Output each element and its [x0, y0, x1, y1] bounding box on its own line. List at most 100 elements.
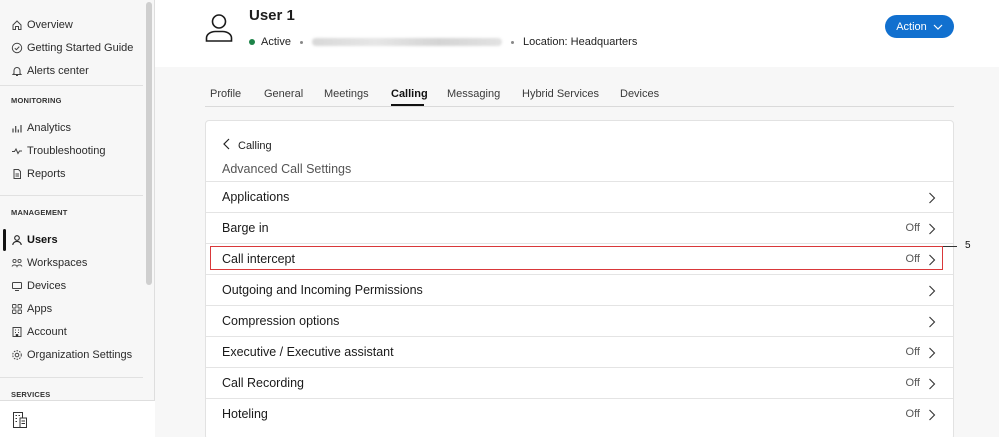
- tab-meetings[interactable]: Meetings: [324, 88, 369, 100]
- chevron-right-icon: [928, 315, 936, 328]
- callout-line: [943, 246, 957, 247]
- setting-row-hoteling[interactable]: Hoteling Off: [206, 398, 953, 429]
- setting-label: Hoteling: [222, 407, 268, 421]
- setting-label: Compression options: [222, 314, 340, 328]
- tab-devices[interactable]: Devices: [620, 88, 659, 100]
- workspaces-icon: [11, 257, 23, 269]
- sidebar-item-organization-settings[interactable]: Organization Settings: [0, 344, 143, 366]
- status-dot: [249, 39, 255, 45]
- sidebar-item-troubleshooting[interactable]: Troubleshooting: [0, 140, 143, 162]
- bar-chart-icon: [11, 122, 23, 134]
- callout-number: 5: [965, 240, 971, 251]
- sidebar-item-analytics[interactable]: Analytics: [0, 117, 143, 139]
- sidebar-item-label: Workspaces: [27, 257, 88, 269]
- setting-value: Off: [905, 222, 920, 234]
- chevron-right-icon: [928, 408, 936, 421]
- tab-messaging[interactable]: Messaging: [447, 88, 500, 100]
- tab-bar: Profile General Meetings Calling Messagi…: [205, 83, 954, 107]
- back-link[interactable]: Calling: [223, 138, 272, 153]
- advanced-call-settings-card: Calling Advanced Call Settings Applicati…: [205, 120, 954, 437]
- sidebar-item-reports[interactable]: Reports: [0, 163, 143, 185]
- sidebar-item-label: Apps: [27, 303, 53, 315]
- page-title: User 1: [249, 7, 295, 24]
- action-button[interactable]: Action: [885, 15, 954, 38]
- sidebar-item-label: Getting Started Guide: [27, 42, 134, 54]
- document-icon: [11, 168, 23, 180]
- sidebar-item-devices[interactable]: Devices: [0, 275, 143, 297]
- sidebar-divider: [0, 377, 143, 378]
- sidebar-divider: [0, 195, 143, 196]
- tab-calling[interactable]: Calling: [391, 88, 428, 100]
- active-tab-underline: [391, 104, 424, 106]
- setting-row-outgoing-incoming-permissions[interactable]: Outgoing and Incoming Permissions: [206, 274, 953, 305]
- separator-dot: [299, 40, 303, 44]
- avatar-icon: [204, 12, 234, 42]
- action-button-label: Action: [896, 20, 927, 33]
- tab-general[interactable]: General: [264, 88, 303, 100]
- sidebar-item-label: Alerts center: [27, 65, 89, 77]
- setting-row-call-recording[interactable]: Call Recording Off: [206, 367, 953, 398]
- gear-icon: [11, 349, 23, 361]
- user-icon: [11, 234, 23, 246]
- tab-profile[interactable]: Profile: [210, 88, 241, 100]
- sidebar-item-apps[interactable]: Apps: [0, 298, 143, 320]
- setting-label: Applications: [222, 190, 290, 204]
- user-header: User 1 Active Location: Headquarters Act…: [155, 0, 999, 67]
- sidebar: Overview Getting Started Guide Alerts ce…: [0, 0, 155, 437]
- setting-row-applications[interactable]: Applications: [206, 181, 953, 212]
- bell-icon: [11, 65, 23, 77]
- redacted-email: [311, 38, 502, 46]
- sidebar-item-label: Devices: [27, 280, 67, 292]
- chevron-right-icon: [928, 284, 936, 297]
- building-phone-icon[interactable]: [12, 411, 28, 429]
- setting-value: Off: [905, 408, 920, 420]
- building-icon: [11, 326, 23, 338]
- sidebar-item-users[interactable]: Users: [0, 229, 143, 251]
- sidebar-item-label: Users: [27, 234, 58, 246]
- devices-icon: [11, 280, 23, 292]
- sidebar-item-label: Organization Settings: [27, 349, 133, 361]
- chevron-right-icon: [928, 222, 936, 235]
- setting-label: Barge in: [222, 221, 269, 235]
- sidebar-item-label: Troubleshooting: [27, 145, 106, 157]
- chevron-right-icon: [928, 191, 936, 204]
- chevron-left-icon: [223, 138, 230, 153]
- setting-label: Call Recording: [222, 376, 304, 390]
- sidebar-item-account[interactable]: Account: [0, 321, 143, 343]
- sidebar-item-overview[interactable]: Overview: [0, 14, 143, 36]
- sidebar-item-label: Reports: [27, 168, 66, 180]
- pulse-icon: [11, 145, 23, 157]
- setting-label: Executive / Executive assistant: [222, 345, 394, 359]
- section-title: Advanced Call Settings: [222, 162, 352, 176]
- setting-row-compression-options[interactable]: Compression options: [206, 305, 953, 336]
- setting-row-barge-in[interactable]: Barge in Off: [206, 212, 953, 243]
- sidebar-divider: [0, 85, 143, 86]
- setting-row-executive-assistant[interactable]: Executive / Executive assistant Off: [206, 336, 953, 367]
- sidebar-item-alerts-center[interactable]: Alerts center: [0, 60, 143, 82]
- location-text: Location: Headquarters: [522, 36, 638, 48]
- back-link-label: Calling: [238, 139, 272, 152]
- sidebar-footer: [0, 400, 155, 437]
- sidebar-item-label: Overview: [27, 19, 73, 31]
- sidebar-section-monitoring: MONITORING: [11, 96, 62, 105]
- sidebar-section-management: MANAGEMENT: [11, 208, 68, 217]
- chevron-right-icon: [928, 346, 936, 359]
- sidebar-item-workspaces[interactable]: Workspaces: [0, 252, 143, 274]
- chevron-right-icon: [928, 377, 936, 390]
- highlight-box: [210, 246, 943, 270]
- sidebar-scrollbar[interactable]: [146, 2, 152, 285]
- tab-hybrid-services[interactable]: Hybrid Services: [522, 88, 599, 100]
- apps-grid-icon: [11, 303, 23, 315]
- status-text: Active: [261, 36, 291, 48]
- setting-label: Outgoing and Incoming Permissions: [222, 283, 423, 297]
- sidebar-section-services: SERVICES: [11, 390, 51, 399]
- chevron-down-icon: [933, 21, 943, 33]
- check-circle-icon: [11, 42, 23, 54]
- status-row: Active Location: Headquarters: [249, 35, 637, 49]
- setting-value: Off: [905, 377, 920, 389]
- sidebar-item-label: Analytics: [27, 122, 72, 134]
- sidebar-item-label: Account: [27, 326, 67, 338]
- separator-dot: [510, 40, 514, 44]
- sidebar-item-getting-started[interactable]: Getting Started Guide: [0, 37, 143, 59]
- home-icon: [11, 19, 23, 31]
